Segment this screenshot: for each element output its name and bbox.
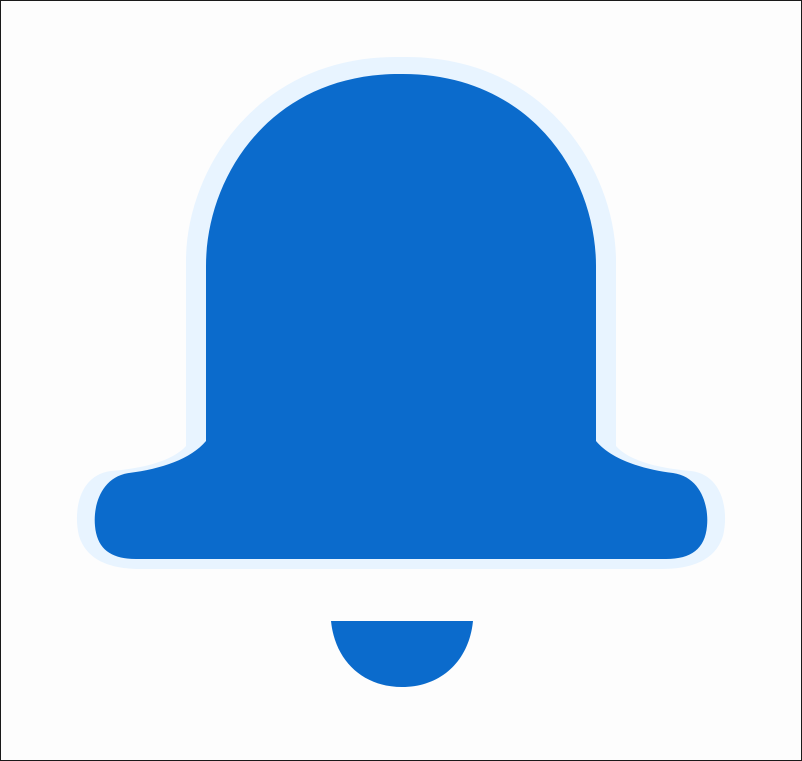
- notification-bell[interactable]: [1, 1, 801, 760]
- icon-frame: [0, 0, 802, 761]
- bell-clapper: [331, 621, 473, 687]
- bell-icon: [76, 57, 726, 687]
